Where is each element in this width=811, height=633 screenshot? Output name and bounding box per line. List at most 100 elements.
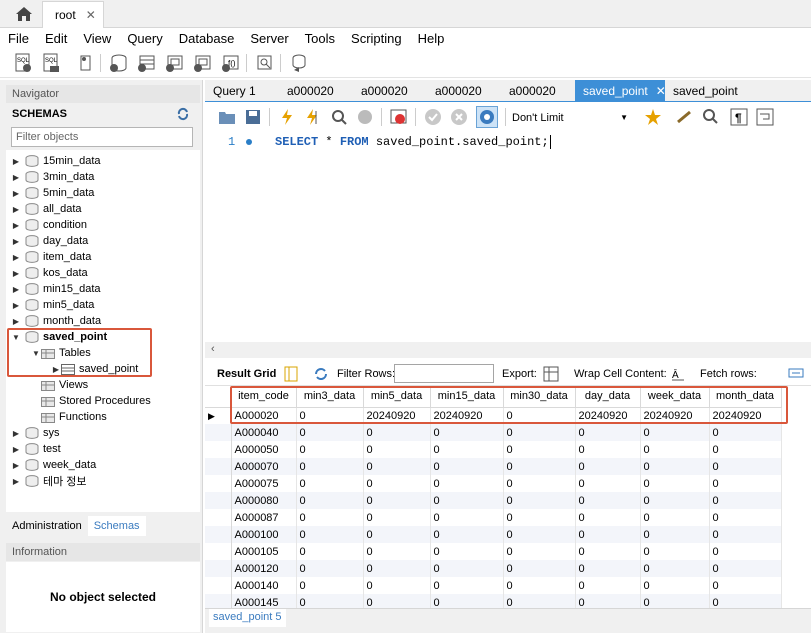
table-cell[interactable]: 0 (640, 492, 710, 509)
table-cell[interactable]: 0 (575, 475, 641, 492)
menu-query[interactable]: Query (127, 31, 162, 46)
result-tab[interactable]: saved_point 5 (209, 609, 286, 627)
inspector-icon[interactable] (74, 52, 96, 74)
menu-scripting[interactable]: Scripting (351, 31, 402, 46)
table-cell[interactable]: 0 (363, 509, 431, 526)
table-cell[interactable]: 0 (640, 458, 710, 475)
filter-objects-input[interactable] (11, 127, 193, 147)
chevron-right-icon[interactable]: ▶ (11, 157, 21, 166)
schema-item[interactable]: ▶ day_data (11, 233, 88, 249)
wrap-cell-icon[interactable]: Ā (671, 366, 685, 382)
table-cell[interactable]: 0 (430, 441, 504, 458)
schema-item[interactable]: ▶ 5min_data (11, 185, 94, 201)
table-cell[interactable]: 0 (363, 526, 431, 543)
create-function-icon[interactable]: f() (220, 52, 242, 74)
grid-view-icon[interactable] (284, 366, 298, 382)
table-row[interactable]: A000140 0 0 0 0 0 0 0 (205, 577, 782, 594)
row-header[interactable] (205, 577, 232, 594)
tab-schemas[interactable]: Schemas (87, 516, 146, 536)
sql-editor[interactable] (205, 131, 811, 341)
chevron-right-icon[interactable]: ▶ (11, 253, 21, 262)
table-cell[interactable]: 0 (430, 577, 504, 594)
table-cell[interactable]: 0 (709, 441, 782, 458)
horizontal-scrollbar[interactable]: ‹ (205, 342, 811, 358)
table-cell[interactable]: 0 (575, 509, 641, 526)
table-cell[interactable]: 0 (296, 475, 364, 492)
create-procedure-icon[interactable] (192, 52, 214, 74)
table-cell[interactable]: 0 (709, 526, 782, 543)
chevron-right-icon[interactable]: ▶ (11, 221, 21, 230)
tab-a000020[interactable]: a000020 (279, 80, 342, 102)
wrap-lines-icon[interactable] (754, 106, 776, 128)
table-cell[interactable]: 0 (363, 424, 431, 441)
table-cell[interactable]: 0 (363, 441, 431, 458)
schema-item[interactable]: ▶ month_data (11, 313, 101, 329)
row-header[interactable] (205, 475, 232, 492)
table-cell[interactable]: 0 (363, 560, 431, 577)
functions-folder[interactable]: Functions (41, 409, 107, 425)
table-cell[interactable]: 0 (640, 577, 710, 594)
table-cell[interactable]: 0 (709, 475, 782, 492)
table-row[interactable]: A000105 0 0 0 0 0 0 0 (205, 543, 782, 560)
table-cell[interactable]: 0 (430, 509, 504, 526)
table-cell[interactable]: 0 (709, 560, 782, 577)
chevron-right-icon[interactable]: ▶ (11, 477, 21, 486)
row-header[interactable] (205, 441, 232, 458)
home-icon[interactable] (6, 2, 42, 26)
schema-item[interactable]: ▶ 테마 정보 (11, 473, 87, 489)
find-icon[interactable] (700, 106, 722, 128)
create-table-icon[interactable] (136, 52, 158, 74)
table-cell[interactable]: 0 (575, 492, 641, 509)
table-cell[interactable]: 0 (363, 492, 431, 509)
beautify-icon[interactable] (674, 106, 696, 128)
menu-file[interactable]: File (8, 31, 29, 46)
table-cell[interactable]: 0 (503, 458, 576, 475)
commit-icon[interactable] (422, 106, 444, 128)
row-header[interactable] (205, 594, 232, 608)
schema-item[interactable]: ▶ item_data (11, 249, 91, 265)
tab-a000020[interactable]: a000020 (501, 80, 564, 102)
toggle-error-icon[interactable] (388, 106, 410, 128)
scroll-left-icon[interactable]: ‹ (211, 343, 215, 355)
chevron-right-icon[interactable]: ▶ (11, 237, 21, 246)
table-row[interactable]: A000040 0 0 0 0 0 0 0 (205, 424, 782, 441)
rollback-icon[interactable] (448, 106, 470, 128)
table-cell[interactable]: 0 (575, 424, 641, 441)
table-cell[interactable]: 0 (709, 492, 782, 509)
create-view-icon[interactable] (164, 52, 186, 74)
table-cell[interactable]: 0 (575, 543, 641, 560)
execute-icon[interactable] (276, 106, 298, 128)
table-cell[interactable]: 0 (296, 577, 364, 594)
search-table-data-icon[interactable] (254, 52, 276, 74)
views-folder[interactable]: Views (41, 377, 88, 393)
new-sql-tab-icon[interactable]: SQL (12, 52, 34, 74)
table-cell[interactable]: 0 (709, 543, 782, 560)
table-cell[interactable]: 0 (503, 475, 576, 492)
menu-help[interactable]: Help (418, 31, 445, 46)
save-icon[interactable] (242, 106, 264, 128)
row-header[interactable] (205, 526, 232, 543)
chevron-right-icon[interactable]: ▶ (11, 429, 21, 438)
row-header[interactable]: ▶ (205, 407, 232, 424)
table-cell[interactable]: A000070 (231, 458, 297, 475)
table-cell[interactable]: 0 (503, 526, 576, 543)
schema-item[interactable]: ▶ 3min_data (11, 169, 94, 185)
table-cell[interactable]: 0 (503, 424, 576, 441)
tab-query-1[interactable]: Query 1 (205, 80, 264, 102)
table-cell[interactable]: 0 (296, 441, 364, 458)
autocommit-icon[interactable] (476, 106, 498, 128)
tab-a000020[interactable]: a000020 (427, 80, 490, 102)
result-grid-label[interactable]: Result Grid (217, 366, 276, 382)
table-cell[interactable]: 0 (575, 441, 641, 458)
chevron-right-icon[interactable]: ▶ (11, 173, 21, 182)
connection-tab[interactable]: root ✕ (42, 1, 104, 28)
menu-server[interactable]: Server (250, 31, 288, 46)
menu-view[interactable]: View (83, 31, 111, 46)
menu-edit[interactable]: Edit (45, 31, 67, 46)
table-cell[interactable]: 0 (640, 441, 710, 458)
table-cell[interactable]: 0 (296, 492, 364, 509)
table-row[interactable]: A000075 0 0 0 0 0 0 0 (205, 475, 782, 492)
table-cell[interactable]: 0 (503, 543, 576, 560)
menu-database[interactable]: Database (179, 31, 235, 46)
row-header[interactable] (205, 509, 232, 526)
